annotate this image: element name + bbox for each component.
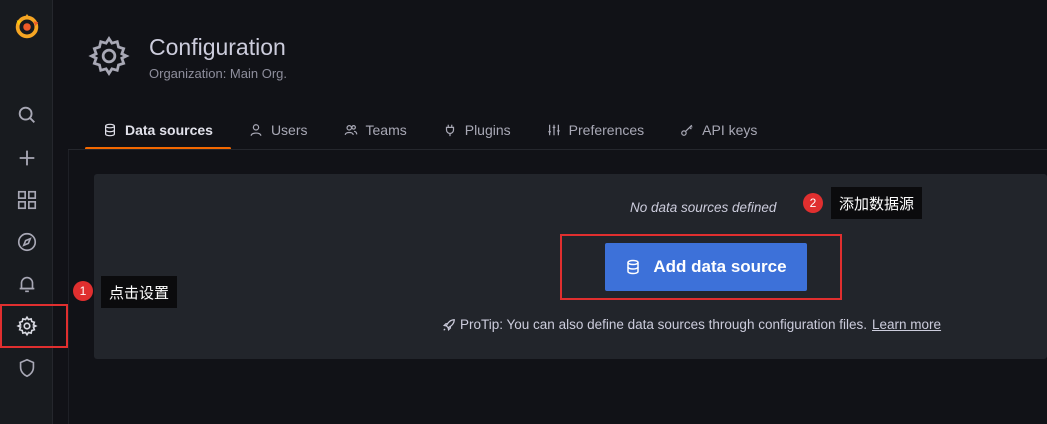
annotation-label-2: 添加数据源 <box>831 187 923 219</box>
sidebar-item-create[interactable] <box>0 140 53 176</box>
tab-teams[interactable]: Teams <box>326 112 425 148</box>
grafana-logo[interactable] <box>0 6 53 46</box>
gear-icon <box>88 36 130 76</box>
tab-label: Users <box>270 122 308 138</box>
sidebar-item-alerting[interactable] <box>0 266 53 302</box>
tab-label: Teams <box>365 122 407 138</box>
tab-label: Data sources <box>125 122 213 138</box>
bell-icon <box>19 276 34 293</box>
compass-icon <box>17 232 36 252</box>
apps-icon <box>17 190 36 210</box>
sidebar-item-dashboards[interactable] <box>0 182 53 218</box>
sidebar-item-explore[interactable] <box>0 224 53 260</box>
rocket-icon <box>442 318 455 331</box>
grafana-logo-icon <box>15 13 38 39</box>
shield-icon <box>19 358 34 378</box>
empty-message: No data sources defined <box>630 200 777 215</box>
learn-more-link[interactable]: Learn more <box>872 317 941 332</box>
search-icon <box>18 106 35 123</box>
step-badge-1: 1 <box>73 281 93 301</box>
sidebar-item-search[interactable] <box>0 97 53 133</box>
tab-label: API keys <box>702 122 758 138</box>
tab-plugins[interactable]: Plugins <box>425 112 529 148</box>
sliders-icon <box>547 124 560 136</box>
page-header: Configuration Organization: Main Org. Da… <box>53 0 1047 150</box>
sidebar <box>0 0 53 424</box>
tab-data-sources[interactable]: Data sources <box>85 112 231 150</box>
step-badge-2: 2 <box>803 193 823 213</box>
tab-api-keys[interactable]: API keys <box>662 112 775 148</box>
plug-icon <box>445 124 454 137</box>
page-title: Configuration <box>149 34 286 60</box>
highlight-box-add-data-source <box>560 234 842 300</box>
tab-label: Preferences <box>568 122 645 138</box>
tab-label: Plugins <box>464 122 511 138</box>
tab-users[interactable]: Users <box>231 112 326 148</box>
highlight-box-settings <box>0 304 68 348</box>
users-icon <box>344 125 357 136</box>
protip-text: ProTip: You can also define data sources… <box>460 317 868 332</box>
page-subtitle: Organization: Main Org. <box>149 66 288 81</box>
sidebar-item-server-admin[interactable] <box>0 350 53 386</box>
protip: ProTip: You can also define data sources… <box>442 317 941 332</box>
user-icon <box>250 124 262 136</box>
tab-preferences[interactable]: Preferences <box>529 112 662 148</box>
annotation-label-1: 点击设置 <box>101 276 178 308</box>
key-icon <box>681 124 693 136</box>
plus-icon <box>19 150 34 166</box>
database-icon <box>105 123 115 137</box>
tab-bar: Data sources Users Teams Plugins Prefere… <box>85 112 775 150</box>
